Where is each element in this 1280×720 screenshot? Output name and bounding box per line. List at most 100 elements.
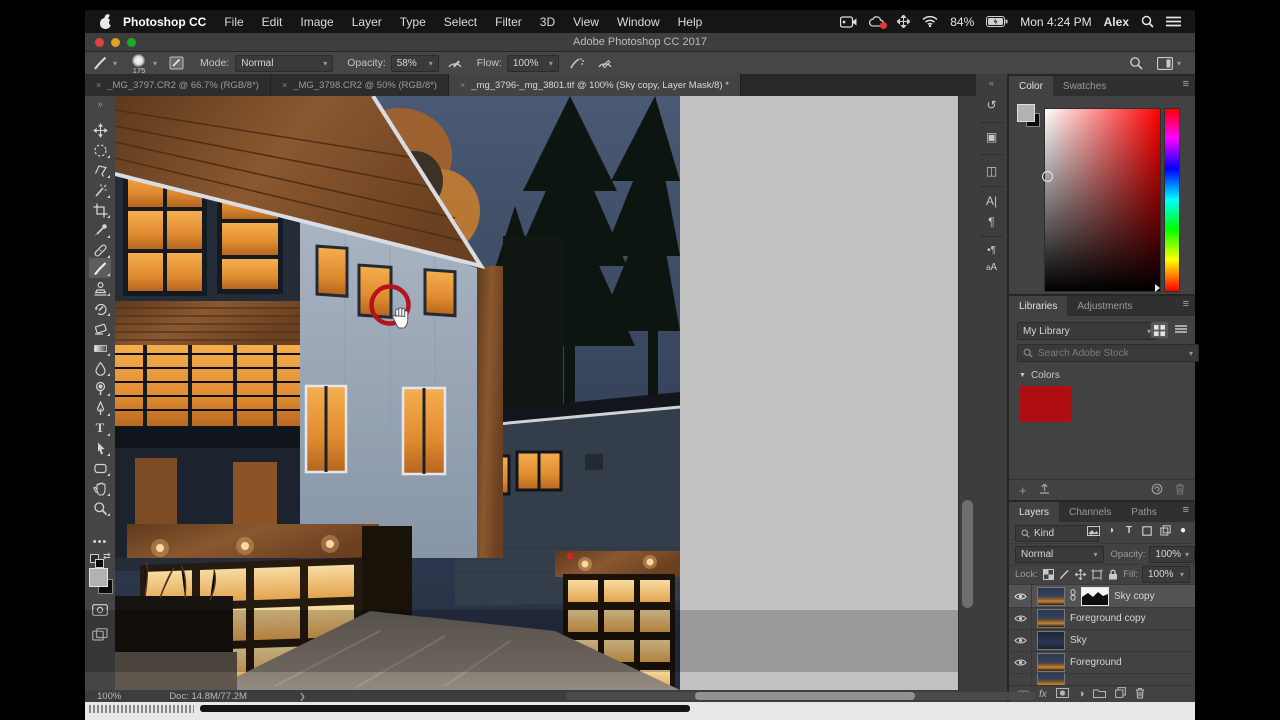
history-icon[interactable]: ↺ [976, 98, 1007, 112]
move-cross-icon[interactable] [897, 15, 910, 28]
tab-paths[interactable]: Paths [1121, 502, 1167, 522]
quick-mask-icon[interactable] [89, 600, 111, 620]
library-select[interactable]: My Library▾ [1017, 322, 1157, 340]
search-icon[interactable] [1129, 56, 1143, 70]
list-view-icon[interactable] [1172, 322, 1189, 338]
layer-thumbnail[interactable] [1037, 673, 1065, 685]
menu-clock[interactable]: Mon 4:24 PM [1020, 15, 1091, 29]
lock-artboard-icon[interactable] [1089, 569, 1105, 580]
tool-preset-brush-icon[interactable]: ▾ [93, 55, 117, 71]
marquee-tool[interactable] [89, 140, 111, 160]
color-picker-selector[interactable] [1042, 171, 1053, 182]
pen-pressure-size-icon[interactable] [597, 56, 613, 70]
toggle-brush-panel-icon[interactable] [169, 56, 184, 70]
eraser-tool[interactable] [89, 318, 111, 338]
toolbar-expand-icon[interactable]: » [85, 99, 115, 109]
filter-adjustment-icon[interactable]: ◑ [1103, 525, 1119, 536]
cloud-sync-alert-icon[interactable] [869, 16, 885, 28]
delete-library-item-icon[interactable] [1175, 483, 1185, 498]
add-layer-mask-icon[interactable] [1056, 688, 1069, 701]
visibility-eye-icon[interactable] [1009, 607, 1032, 629]
gradient-tool[interactable] [89, 338, 111, 358]
notification-list-icon[interactable] [1166, 16, 1181, 27]
menu-item-view[interactable]: View [564, 15, 608, 29]
filter-image-icon[interactable] [1085, 525, 1101, 536]
blend-mode-select[interactable]: Normal▾ [1015, 546, 1104, 563]
menu-item-file[interactable]: File [215, 15, 252, 29]
document-canvas[interactable] [115, 96, 958, 690]
layer-mask-link-icon[interactable] [1070, 589, 1076, 604]
new-layer-icon[interactable] [1115, 687, 1126, 701]
airbrush-icon[interactable] [569, 56, 585, 70]
hue-slider-arrow[interactable] [1155, 284, 1160, 292]
device-preview-icon[interactable]: ▣ [976, 130, 1007, 144]
character-panel-icon[interactable]: A| [976, 194, 1007, 208]
healing-brush-tool[interactable] [89, 240, 111, 260]
spotlight-search-icon[interactable] [1141, 15, 1154, 28]
vertical-scrollbar-thumb[interactable] [962, 500, 973, 608]
history-brush-tool[interactable] [89, 298, 111, 318]
horizontal-scrollbar-thumb[interactable] [695, 692, 915, 700]
document-tab-1[interactable]: ×_MG_3797.CR2 @ 66.7% (RGB/8*) [85, 74, 271, 96]
panel-foreground-swatch[interactable] [1017, 104, 1035, 122]
menu-item-3d[interactable]: 3D [531, 15, 564, 29]
library-search-input[interactable]: Search Adobe Stock ▾ [1017, 344, 1199, 362]
foreground-color-swatch[interactable] [89, 568, 108, 587]
upload-library-icon[interactable] [1039, 483, 1050, 497]
layer-row-sky[interactable]: Sky [1009, 629, 1195, 652]
menu-item-layer[interactable]: Layer [343, 15, 391, 29]
photo-house-at-dusk[interactable] [115, 96, 680, 690]
brush-preset-picker[interactable]: 175 [129, 53, 149, 73]
add-library-item-icon[interactable]: + [1019, 483, 1027, 498]
menu-item-filter[interactable]: Filter [486, 15, 531, 29]
delete-layer-icon[interactable] [1135, 687, 1145, 702]
dock-collapse-icon[interactable]: « [976, 78, 1007, 88]
paragraph-styles-icon[interactable]: •¶ [976, 245, 1007, 256]
filter-smart-object-icon[interactable] [1157, 525, 1173, 536]
apple-menu-icon[interactable] [99, 15, 112, 29]
status-chevron-icon[interactable]: ❯ [299, 692, 306, 701]
color-picker-gradient[interactable] [1044, 108, 1161, 292]
visibility-eye-icon[interactable] [1009, 651, 1032, 673]
pen-tool[interactable] [89, 398, 111, 418]
brush-tool-selected[interactable] [89, 258, 111, 278]
paragraph-panel-icon[interactable]: ¶ [976, 215, 1007, 229]
tab-close-icon[interactable]: × [460, 80, 465, 90]
layer-opacity-select[interactable]: 100%▾ [1149, 546, 1195, 563]
lock-transparency-icon[interactable] [1041, 569, 1057, 580]
tab-swatches[interactable]: Swatches [1053, 76, 1116, 96]
layer-row-foreground[interactable]: Foreground [1009, 651, 1195, 674]
canvas-horizontal-scrollbar[interactable] [565, 692, 1035, 700]
zoom-level-field[interactable]: 100% [97, 691, 121, 702]
zoom-tool[interactable] [89, 498, 111, 518]
canvas-vertical-scrollbar[interactable] [958, 96, 977, 690]
lock-all-icon[interactable] [1105, 569, 1121, 580]
tab-close-icon[interactable]: × [282, 80, 287, 90]
layer-thumbnail[interactable] [1037, 653, 1065, 672]
menu-item-image[interactable]: Image [291, 15, 342, 29]
lasso-tool[interactable] [89, 160, 111, 180]
menu-item-photoshop[interactable]: Photoshop CC [114, 15, 215, 29]
tab-adjustments[interactable]: Adjustments [1067, 296, 1142, 316]
eyedropper-tool[interactable] [89, 220, 111, 240]
swap-colors-icon[interactable]: ⇄ [103, 551, 111, 562]
lock-pixels-icon[interactable] [1057, 569, 1073, 580]
document-tab-3-active[interactable]: ×_mg_3796-_mg_3801.tif @ 100% (Sky copy,… [449, 74, 741, 96]
brush-picker-chevron-icon[interactable]: ▾ [153, 59, 157, 68]
move-tool[interactable] [89, 120, 111, 140]
glyphs-panel-icon[interactable]: aA [976, 262, 1007, 273]
document-tab-2[interactable]: ×_MG_3798.CR2 @ 50% (RGB/8*) [271, 74, 449, 96]
tab-close-icon[interactable]: × [96, 80, 101, 90]
filter-shape-icon[interactable] [1139, 525, 1155, 536]
visibility-eye-icon[interactable] [1009, 629, 1032, 651]
tab-layers[interactable]: Layers [1009, 502, 1059, 522]
layer-thumbnail[interactable] [1037, 631, 1065, 650]
window-title-bar[interactable]: Adobe Photoshop CC 2017 [85, 33, 1195, 52]
colors-section-header[interactable]: ▼Colors [1019, 370, 1060, 381]
lock-position-icon[interactable] [1073, 569, 1089, 580]
crop-tool[interactable] [89, 200, 111, 220]
path-selection-tool[interactable] [89, 438, 111, 458]
menu-item-type[interactable]: Type [391, 15, 435, 29]
mode-select[interactable]: Normal▾ [235, 55, 333, 72]
menu-item-edit[interactable]: Edit [253, 15, 292, 29]
